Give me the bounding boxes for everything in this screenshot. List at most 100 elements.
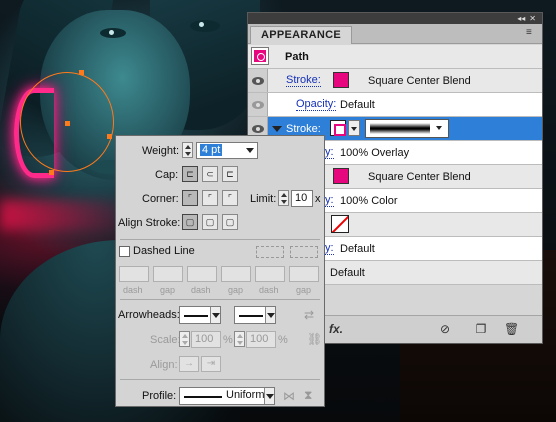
arrowheads-label: Arrowheads: bbox=[118, 309, 180, 321]
gap-field[interactable] bbox=[289, 266, 319, 282]
profile-value: Uniform bbox=[226, 389, 265, 401]
dash-caption: dash bbox=[123, 285, 143, 295]
profile-label: Profile: bbox=[142, 390, 177, 402]
dash-align-icon[interactable] bbox=[290, 246, 318, 258]
visibility-toggle[interactable] bbox=[248, 69, 268, 92]
weight-value: 4 pt bbox=[200, 144, 223, 156]
stroke-color-dropdown[interactable] bbox=[348, 120, 360, 136]
center-point[interactable] bbox=[65, 121, 70, 126]
flip-horizontal-icon[interactable]: ⋈ bbox=[283, 389, 295, 403]
dash-caption: dash bbox=[259, 285, 279, 295]
trash-icon[interactable]: 🗑 bbox=[504, 322, 519, 336]
weight-field[interactable]: 4 pt bbox=[196, 142, 258, 159]
anchor-point[interactable] bbox=[49, 170, 54, 175]
opacity-link[interactable]: Opacity: bbox=[296, 98, 337, 111]
artwork-eye-left bbox=[100, 28, 126, 38]
align-center-button[interactable]: ▢ bbox=[182, 214, 198, 230]
link-icon[interactable]: ⛓ bbox=[307, 332, 322, 346]
arrow-extend-button[interactable]: → bbox=[179, 356, 199, 372]
end-arrowhead-dropdown[interactable] bbox=[234, 306, 276, 324]
gap-field[interactable] bbox=[153, 266, 183, 282]
flip-vertical-icon[interactable]: ⧗ bbox=[304, 388, 312, 403]
row-value: 100% Color bbox=[340, 194, 398, 207]
row-value: Default bbox=[340, 98, 375, 111]
limit-stepper[interactable] bbox=[278, 190, 289, 206]
stroke-link[interactable]: Stroke: bbox=[286, 123, 321, 135]
scale-end-field[interactable]: 100 bbox=[246, 331, 276, 348]
weight-stepper[interactable] bbox=[182, 142, 193, 158]
chevron-down-icon[interactable] bbox=[434, 120, 446, 136]
row-value: Square Center Blend bbox=[368, 170, 471, 183]
fill-none-swatch[interactable] bbox=[331, 215, 349, 233]
miter-join-button[interactable]: ⌜ bbox=[182, 190, 198, 206]
path-thumbnail bbox=[251, 47, 269, 65]
eye-icon bbox=[251, 76, 264, 85]
scale-start-field[interactable]: 100 bbox=[191, 331, 221, 348]
opacity-link[interactable]: y: bbox=[325, 242, 334, 255]
bevel-join-button[interactable]: ⌜ bbox=[222, 190, 238, 206]
projecting-cap-button[interactable]: ⊏ bbox=[222, 166, 238, 182]
arrow-place-button[interactable]: ⇥ bbox=[201, 356, 221, 372]
appearance-row[interactable]: Opacity: Default bbox=[248, 93, 542, 117]
anchor-point[interactable] bbox=[107, 134, 112, 139]
stroke-panel: Weight: 4 pt Cap: ⊏ ⊂ ⊏ Corner: ⌜ ⌜ ⌜ Li… bbox=[115, 135, 325, 407]
anchor-point[interactable] bbox=[79, 70, 84, 75]
butt-cap-button[interactable]: ⊏ bbox=[182, 166, 198, 182]
dash-caption: dash bbox=[191, 285, 211, 295]
align-stroke-label: Align Stroke: bbox=[118, 217, 181, 229]
divider bbox=[120, 239, 320, 240]
row-value: Default bbox=[330, 266, 365, 279]
percent-sign: % bbox=[278, 334, 288, 346]
path-row[interactable]: Path bbox=[248, 45, 542, 69]
limit-field[interactable]: 10 bbox=[291, 190, 313, 207]
gap-field[interactable] bbox=[221, 266, 251, 282]
scale-end-stepper[interactable] bbox=[234, 331, 245, 347]
chevron-down-icon[interactable] bbox=[246, 148, 254, 153]
visibility-toggle[interactable] bbox=[248, 93, 268, 116]
profile-dropdown[interactable]: Uniform bbox=[179, 387, 275, 405]
dashed-line-label: Dashed Line bbox=[133, 245, 195, 257]
tab-appearance[interactable]: APPEARANCE bbox=[250, 26, 353, 44]
clear-appearance-icon[interactable]: ⊘ bbox=[438, 322, 452, 336]
gap-caption: gap bbox=[228, 285, 244, 295]
dash-field[interactable] bbox=[187, 266, 217, 282]
opacity-link[interactable]: y: bbox=[325, 194, 334, 207]
gap-caption: gap bbox=[160, 285, 176, 295]
fx-icon[interactable]: fx. bbox=[326, 322, 346, 336]
cap-label: Cap: bbox=[155, 169, 179, 181]
row-value: 100% Overlay bbox=[340, 146, 410, 159]
align-outside-button[interactable]: ▢ bbox=[222, 214, 238, 230]
align-inside-button[interactable]: ▢ bbox=[202, 214, 218, 230]
arrow-align-label: Align: bbox=[150, 359, 178, 371]
scale-start-stepper[interactable] bbox=[179, 331, 190, 347]
percent-sign: % bbox=[223, 334, 233, 346]
collapse-icon[interactable]: ◂◂ bbox=[517, 14, 525, 23]
dash-field[interactable] bbox=[255, 266, 285, 282]
stroke-swatch[interactable] bbox=[330, 120, 346, 136]
limit-unit: x bbox=[315, 193, 321, 205]
swap-arrowheads-icon[interactable]: ⇄ bbox=[304, 308, 314, 322]
artwork-neon-glow bbox=[0, 200, 120, 230]
start-arrowhead-dropdown[interactable] bbox=[179, 306, 221, 324]
stroke-color-swatch[interactable] bbox=[333, 168, 349, 184]
stroke-link[interactable]: Stroke: bbox=[286, 74, 321, 87]
round-cap-button[interactable]: ⊂ bbox=[202, 166, 218, 182]
stroke-color-swatch[interactable] bbox=[333, 72, 349, 88]
round-join-button[interactable]: ⌜ bbox=[202, 190, 218, 206]
stroke-weight-field[interactable] bbox=[365, 119, 449, 138]
dashed-line-checkbox[interactable] bbox=[119, 246, 130, 257]
eye-icon bbox=[251, 124, 264, 133]
panel-tabrow: APPEARANCE ≡ bbox=[248, 24, 542, 44]
opacity-link[interactable]: y: bbox=[325, 146, 334, 159]
row-value: Square Center Blend bbox=[368, 74, 471, 87]
panel-menu-icon[interactable]: ≡ bbox=[526, 28, 538, 38]
weight-label: Weight: bbox=[142, 145, 180, 157]
dash-preserve-icon[interactable] bbox=[256, 246, 284, 258]
duplicate-item-icon[interactable]: ❐ bbox=[474, 322, 488, 336]
close-icon[interactable]: ✕ bbox=[529, 14, 536, 23]
scale-label: Scale: bbox=[150, 334, 181, 346]
expand-triangle-icon[interactable] bbox=[272, 126, 282, 132]
appearance-row[interactable]: Stroke: Square Center Blend bbox=[248, 69, 542, 93]
path-label: Path bbox=[285, 50, 309, 63]
dash-field[interactable] bbox=[119, 266, 149, 282]
